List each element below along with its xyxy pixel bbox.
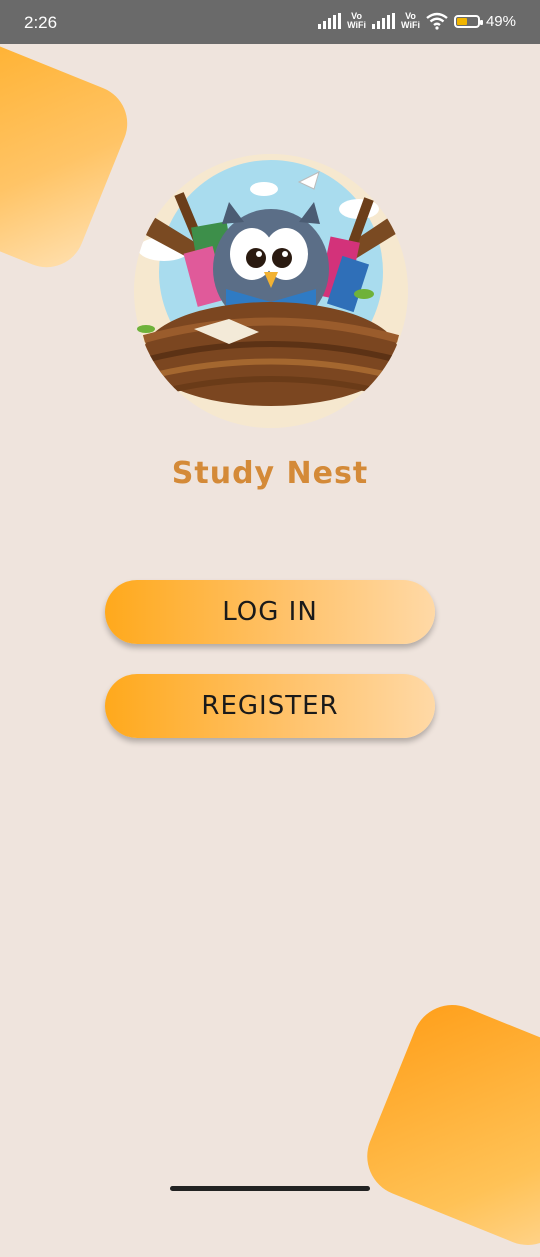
vowifi-label: Vo WiFi bbox=[347, 11, 367, 30]
battery-icon bbox=[453, 14, 483, 28]
register-button[interactable]: REGISTER bbox=[105, 674, 435, 738]
decorative-shape-bottom-right bbox=[355, 992, 540, 1257]
battery-percentage: 49% bbox=[485, 12, 516, 30]
signal-icon bbox=[318, 13, 342, 29]
home-indicator[interactable] bbox=[170, 1186, 370, 1191]
wifi-icon bbox=[426, 12, 448, 30]
signal-icon bbox=[372, 13, 396, 29]
owl-in-nest-logo bbox=[134, 154, 408, 428]
decorative-shape-top-left bbox=[0, 31, 139, 279]
vowifi-label: Vo WiFi bbox=[401, 11, 420, 30]
app-title: Study Nest bbox=[171, 456, 369, 491]
login-button[interactable]: LOG IN bbox=[105, 580, 435, 644]
status-icons: Vo WiFi Vo WiFi 49% bbox=[318, 12, 516, 30]
status-bar: 2:26 Vo WiFi Vo WiFi 49% bbox=[0, 0, 540, 44]
status-time: 2:26 bbox=[24, 13, 58, 32]
